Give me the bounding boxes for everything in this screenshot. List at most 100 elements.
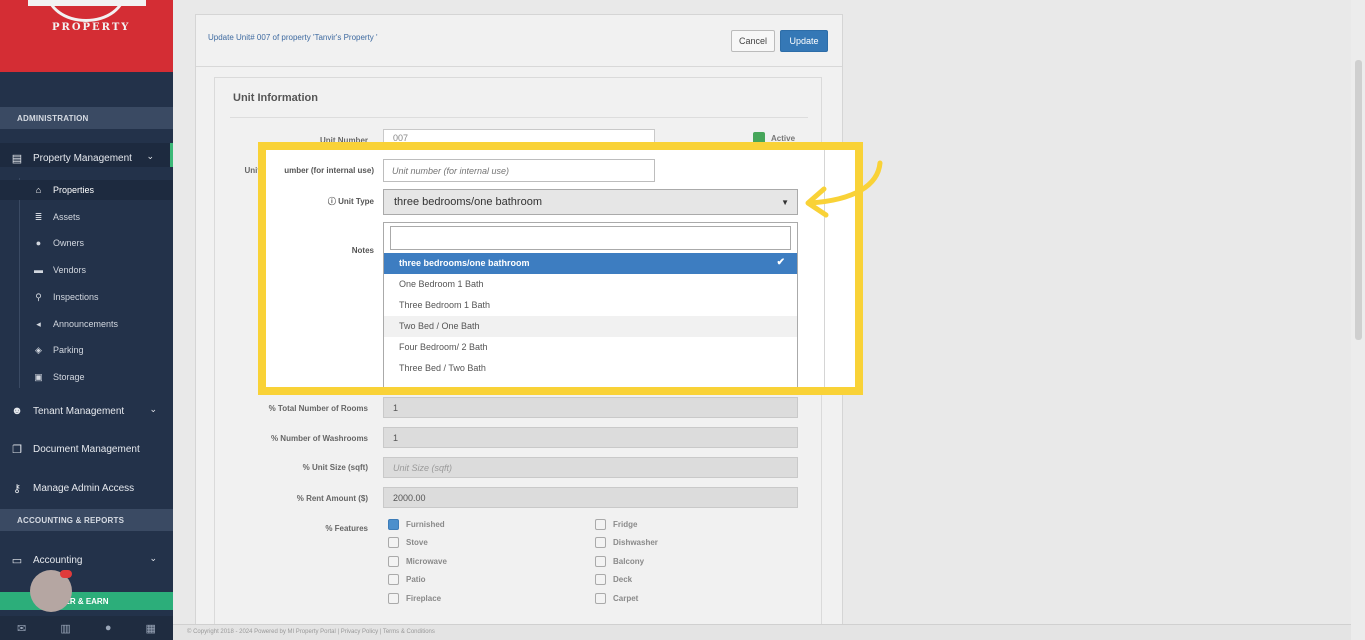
sidebar-item-storage[interactable]: ▣ Storage (0, 367, 173, 387)
dropdown-search-input[interactable] (390, 226, 791, 250)
sidebar-item-property-management[interactable]: ▤ Property Management ⌄ (0, 143, 173, 167)
feature-balcony[interactable]: Balcony (595, 556, 644, 567)
checkbox[interactable] (388, 593, 399, 604)
sidebar-item-label: Vendors (53, 265, 86, 275)
checkbox[interactable] (595, 574, 606, 585)
checkbox[interactable] (595, 593, 606, 604)
sidebar-item-assets[interactable]: ≣ Assets (0, 207, 173, 227)
list-icon: ≣ (33, 212, 44, 223)
unit-type-select[interactable]: three bedrooms/one bathroom ▼ (383, 189, 798, 215)
feature-dishwasher[interactable]: Dishwasher (595, 537, 658, 548)
feature-furnished[interactable]: Furnished (388, 519, 445, 530)
internal-number-input[interactable] (383, 159, 655, 182)
feature-fridge[interactable]: Fridge (595, 519, 637, 530)
money-icon: ▭ (10, 554, 24, 567)
unit-size-label: % Unit Size (sqft) (218, 463, 368, 472)
checkbox[interactable] (595, 537, 606, 548)
checkbox[interactable] (595, 519, 606, 530)
unit-size-input[interactable]: Unit Size (sqft) (383, 457, 798, 478)
sidebar-item-label: Announcements (53, 319, 118, 329)
option-label: One Bedroom 1 Bath (399, 279, 484, 289)
chevron-down-icon: ⌄ (149, 553, 157, 564)
users-icon: ☻ (10, 405, 24, 417)
dropdown-option[interactable]: three bedrooms/one bathroom ✔ (384, 253, 797, 274)
feature-label: Fireplace (406, 594, 441, 603)
user-icon: ● (33, 238, 44, 248)
feature-deck[interactable]: Deck (595, 574, 632, 585)
feature-stove[interactable]: Stove (388, 537, 428, 548)
feature-label: Furnished (406, 520, 445, 529)
unit-number-input[interactable]: 007 (383, 129, 655, 143)
feature-label: Patio (406, 575, 426, 584)
feature-label: Fridge (613, 520, 637, 529)
checkbox[interactable] (388, 556, 399, 567)
building-icon: ▤ (10, 152, 24, 165)
mail-icon[interactable]: ✉ (17, 622, 26, 635)
dropdown-option[interactable]: Four Bedroom/ 2 Bath (384, 337, 797, 358)
sidebar-item-label: Document Management (33, 444, 140, 455)
checkbox-checked[interactable] (388, 519, 399, 530)
archive-icon: ▣ (33, 372, 44, 383)
sidebar-item-accounting[interactable]: ▭ Accounting ⌄ (0, 545, 173, 569)
feature-fireplace[interactable]: Fireplace (388, 593, 441, 604)
chevron-down-icon: ⌄ (149, 404, 157, 415)
sidebar-item-tenant-management[interactable]: ☻ Tenant Management ⌄ (0, 396, 173, 420)
dropdown-option[interactable]: Three Bedroom 1 Bath (384, 295, 797, 316)
dropdown-option[interactable]: One Bedroom 1 Bath (384, 274, 797, 295)
option-label: Two Bed / One Bath (399, 321, 480, 331)
feature-label: Dishwasher (613, 538, 658, 547)
sidebar-item-owners[interactable]: ● Owners (0, 233, 173, 253)
internal-number-label-prefix: Unit (90, 166, 260, 175)
unit-type-label-text: Unit Type (338, 197, 374, 206)
unit-type-label: ⓘ Unit Type (270, 196, 374, 207)
notification-badge (60, 570, 72, 578)
sidebar-item-properties[interactable]: ⌂ Properties (0, 180, 173, 200)
internal-number-label: umber (for internal use) (270, 166, 374, 175)
sidebar-item-label: Tenant Management (33, 406, 124, 417)
dropdown-option[interactable]: Two Bed / One Bath (384, 316, 797, 337)
total-rooms-label: % Total Number of Rooms (218, 404, 368, 413)
sidebar-item-parking[interactable]: ◈ Parking (0, 340, 173, 360)
notes-label: Notes (270, 246, 374, 255)
user-icon[interactable]: ● (105, 622, 112, 634)
sidebar-item-vendors[interactable]: ▬ Vendors (0, 260, 173, 280)
section-header-administration: ADMINISTRATION (0, 107, 173, 129)
refer-and-earn-banner[interactable]: ER & EARN (0, 592, 173, 610)
sidebar-item-manage-admin-access[interactable]: ⚷ Manage Admin Access (0, 473, 173, 497)
rent-amount-label: % Rent Amount ($) (218, 494, 368, 503)
briefcase-icon: ▬ (33, 265, 44, 275)
home-icon: ⌂ (33, 185, 44, 195)
chevron-down-icon: ⌄ (146, 151, 154, 162)
calendar-icon[interactable]: ▦ (146, 622, 156, 635)
sidebar-item-document-management[interactable]: ❐ Document Management (0, 434, 173, 458)
checkbox[interactable] (388, 537, 399, 548)
logo[interactable]: PROPERTY (0, 0, 173, 72)
sidebar-item-announcements[interactable]: ◂ Announcements (0, 314, 173, 334)
scrollbar-thumb[interactable] (1355, 60, 1362, 340)
total-rooms-input[interactable]: 1 (383, 397, 798, 418)
section-header-accounting: ACCOUNTING & REPORTS (0, 509, 173, 531)
update-button[interactable]: Update (780, 30, 828, 52)
checkbox[interactable] (595, 556, 606, 567)
washrooms-input[interactable]: 1 (383, 427, 798, 448)
checkbox[interactable] (388, 574, 399, 585)
refer-label: ER & EARN (64, 597, 108, 606)
unit-type-dropdown: three bedrooms/one bathroom ✔ One Bedroo… (383, 222, 798, 392)
sidebar-bottom-toolbar: ✉ ▥ ● ▦ (0, 616, 173, 640)
page-footer: © Copyright 2018 - 2024 Powered by MI Pr… (173, 624, 1365, 640)
sidebar-item-inspections[interactable]: ⚲ Inspections (0, 287, 173, 307)
building-icon[interactable]: ▥ (60, 622, 70, 635)
cancel-button[interactable]: Cancel (731, 30, 775, 52)
feature-carpet[interactable]: Carpet (595, 593, 638, 604)
rent-amount-input[interactable]: 2000.00 (383, 487, 798, 508)
feature-microwave[interactable]: Microwave (388, 556, 447, 567)
arrow-shaft (810, 163, 880, 203)
sidebar: PROPERTY ADMINISTRATION ▤ Property Manag… (0, 0, 173, 640)
dropdown-option[interactable]: Three Bed / Two Bath (384, 358, 797, 379)
highlight-frame: umber (for internal use) ⓘ Unit Type thr… (258, 142, 863, 395)
option-label: Three Bedroom 1 Bath (399, 300, 490, 310)
feature-patio[interactable]: Patio (388, 574, 426, 585)
option-label: Three Bed / Two Bath (399, 363, 486, 373)
bullhorn-icon: ◂ (33, 319, 44, 330)
sidebar-item-label: Owners (53, 238, 84, 248)
